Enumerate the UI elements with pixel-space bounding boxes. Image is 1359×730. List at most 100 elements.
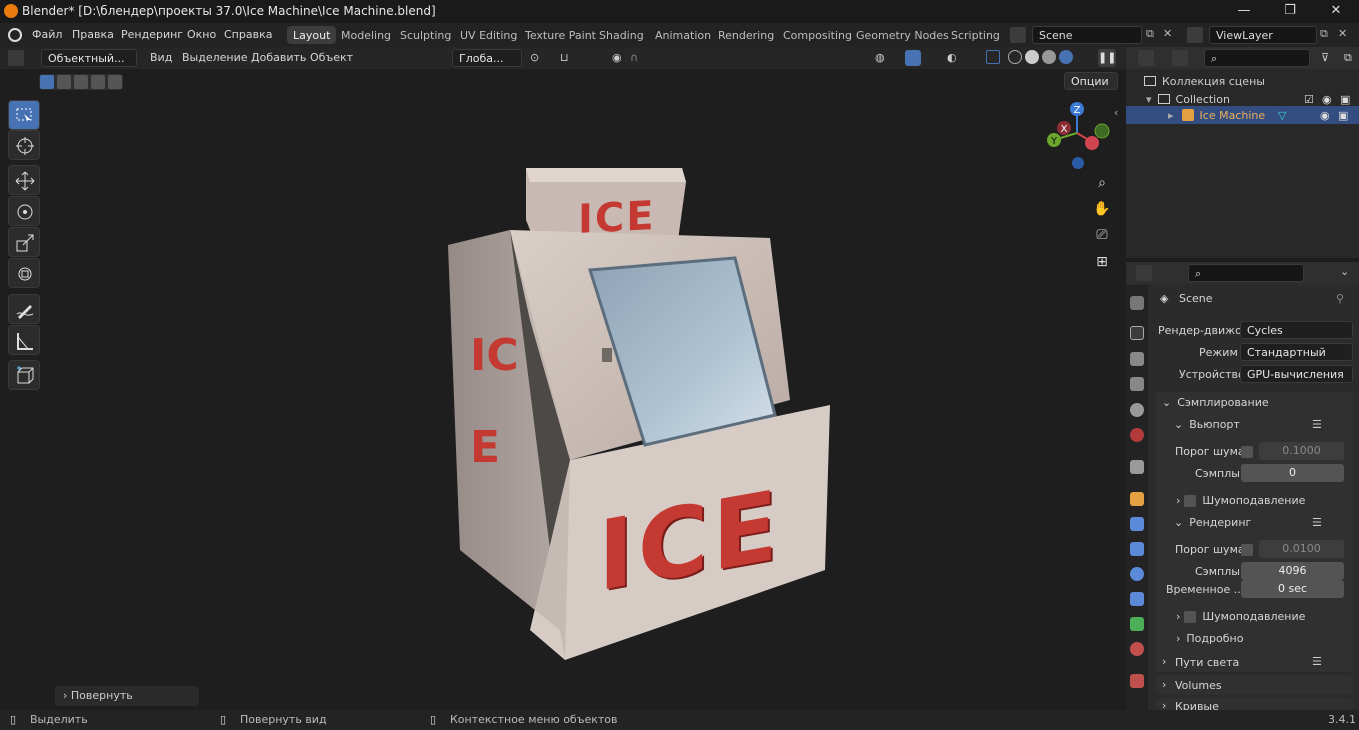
scale-tool[interactable] (8, 227, 40, 257)
new-collection-icon[interactable]: ⧉ (1344, 51, 1352, 65)
presets-list-icon[interactable]: ☰ (1312, 516, 1322, 529)
viewlayer-field[interactable]: ViewLayer (1209, 26, 1317, 44)
editor-type-icon[interactable] (8, 50, 24, 66)
outliner-editor-type-icon[interactable] (1138, 50, 1154, 66)
render-denoise-subpanel[interactable]: › Шумоподавление (1176, 610, 1305, 623)
mesh-data-icon[interactable]: ▽ (1278, 109, 1286, 122)
physics-tab-icon[interactable] (1130, 567, 1144, 581)
camera-view-icon[interactable]: ⎚ (1091, 227, 1113, 249)
rotate-tool[interactable] (8, 196, 40, 226)
menu-render[interactable]: Рендеринг (121, 28, 183, 41)
tab-geometry-nodes[interactable]: Geometry Nodes (850, 26, 955, 44)
tab-animation[interactable]: Animation (649, 26, 717, 44)
properties-search-field[interactable]: ⌕ (1188, 264, 1304, 282)
presets-list-icon[interactable]: ☰ (1312, 655, 1322, 668)
tab-layout[interactable]: Layout (287, 26, 337, 44)
tab-scripting[interactable]: Scripting (945, 26, 1006, 44)
tab-rendering[interactable]: Rendering (712, 26, 780, 44)
light-paths-panel[interactable]: › Пути света ☰ (1156, 652, 1353, 672)
viewport-noise-threshold-checkbox[interactable] (1241, 446, 1253, 458)
output-tab-icon[interactable] (1130, 352, 1144, 366)
zoom-icon[interactable]: ⌕ (1091, 175, 1113, 197)
select-invert-icon[interactable] (91, 75, 105, 89)
advanced-subpanel[interactable]: › Подробно (1176, 632, 1243, 645)
volumes-panel[interactable]: › Volumes (1156, 675, 1353, 695)
menu-object[interactable]: Объект (310, 51, 353, 64)
scene-remove-icon[interactable]: ✕ (1163, 27, 1172, 40)
render-denoise-checkbox[interactable] (1184, 610, 1197, 623)
render-noise-threshold-checkbox[interactable] (1241, 544, 1253, 556)
outliner-row-ice-machine[interactable]: ▸ Ice Machine ▽ ◉ ▣ (1126, 106, 1359, 124)
gizmo-toggle-icon[interactable] (905, 50, 921, 66)
menu-view[interactable]: Вид (150, 51, 172, 64)
scene-field[interactable]: Scene (1032, 26, 1142, 44)
properties-editor-type-icon[interactable] (1136, 265, 1152, 281)
rendered-shading-icon[interactable] (1059, 50, 1073, 64)
overlay-icon[interactable]: ◐ (947, 51, 957, 64)
viewlayer-remove-icon[interactable]: ✕ (1338, 27, 1347, 40)
sidebar-toggle-icon[interactable]: ‹ (1114, 106, 1118, 119)
tab-compositing[interactable]: Compositing (777, 26, 858, 44)
outliner-row-scene-collection[interactable]: Коллекция сцены (1144, 73, 1265, 89)
particles-tab-icon[interactable] (1130, 542, 1144, 556)
menu-select[interactable]: Выделение (182, 51, 248, 64)
move-tool[interactable] (8, 165, 40, 195)
pivot-icon[interactable]: ⊙ (530, 51, 539, 64)
xray-toggle-icon[interactable] (986, 50, 1000, 64)
pause-render-icon[interactable]: ❚❚ (1098, 49, 1116, 67)
viewport-noise-threshold-field[interactable]: 0.1000 (1259, 442, 1344, 460)
material-shading-icon[interactable] (1042, 50, 1056, 64)
viewport-subpanel-header[interactable]: ⌄ Вьюпорт (1174, 418, 1240, 431)
camera-icon[interactable]: ▣ (1340, 93, 1350, 106)
add-cube-tool[interactable] (8, 360, 40, 390)
data-tab-icon[interactable] (1130, 617, 1144, 631)
device-dropdown[interactable]: GPU-вычисления (1240, 365, 1353, 383)
tool-tab-icon[interactable] (1130, 296, 1144, 310)
snap-icon[interactable]: ⊔ (560, 51, 569, 64)
presets-list-icon[interactable]: ☰ (1312, 418, 1322, 431)
mode-dropdown[interactable]: Объектный... (41, 49, 137, 67)
scene-tab-icon[interactable] (1130, 403, 1144, 417)
select-subtract-icon[interactable] (74, 75, 88, 89)
viewport-denoise-checkbox[interactable] (1184, 494, 1197, 507)
render-subpanel-header[interactable]: ⌄ Рендеринг (1174, 516, 1251, 529)
transform-orientation-dropdown[interactable]: Глоба... (452, 49, 522, 67)
render-tab-icon[interactable] (1130, 326, 1144, 340)
time-limit-field[interactable]: 0 sec (1241, 580, 1344, 598)
outliner-row-collection[interactable]: ▾ Collection ☑ ◉ ▣ (1146, 91, 1359, 107)
cursor-tool[interactable] (8, 130, 40, 160)
solid-shading-icon[interactable] (1025, 50, 1039, 64)
blender-menu-icon[interactable] (8, 28, 22, 42)
modifier-tab-icon[interactable] (1130, 517, 1144, 531)
close-button[interactable]: ✕ (1313, 0, 1359, 23)
outliner-search-field[interactable]: ⌕ (1204, 49, 1310, 67)
eye-icon[interactable]: ◉ (1322, 93, 1332, 106)
tab-texture-paint[interactable]: Texture Paint (519, 26, 602, 44)
filter-icon[interactable]: ⊽ (1321, 51, 1329, 64)
navigation-gizmo[interactable]: Z Y X (1040, 100, 1116, 176)
pan-hand-icon[interactable]: ✋ (1091, 201, 1113, 223)
collection-tab-icon[interactable] (1130, 460, 1144, 474)
render-samples-field[interactable]: 4096 (1241, 562, 1344, 580)
viewport-samples-field[interactable]: 0 (1241, 464, 1344, 482)
menu-window[interactable]: Окно (187, 28, 216, 41)
eye-icon[interactable]: ◉ (1320, 109, 1330, 122)
visibility-icon[interactable]: ◍ (875, 51, 885, 64)
measure-tool[interactable] (8, 325, 40, 355)
tab-shading[interactable]: Shading (593, 26, 650, 44)
proportional-edit-icon[interactable]: ◉ (612, 51, 622, 64)
constraints-tab-icon[interactable] (1130, 592, 1144, 606)
curves-panel[interactable]: › Кривые (1156, 698, 1353, 710)
minimize-button[interactable]: — (1221, 0, 1267, 23)
viewport-denoise-subpanel[interactable]: › Шумоподавление (1176, 494, 1305, 507)
viewlayer-browse-icon[interactable] (1187, 27, 1203, 43)
view-layer-tab-icon[interactable] (1130, 377, 1144, 391)
scene-browse-icon[interactable] (1010, 27, 1026, 43)
menu-file[interactable]: Файл (32, 28, 62, 41)
select-intersect-icon[interactable] (108, 75, 122, 89)
options-dropdown[interactable]: Опции (1064, 72, 1118, 90)
display-mode-icon[interactable] (1172, 50, 1188, 66)
viewlayer-new-icon[interactable]: ⧉ (1320, 27, 1328, 41)
maximize-button[interactable]: ❐ (1267, 0, 1313, 23)
ortho-grid-icon[interactable]: ⊞ (1091, 254, 1113, 276)
